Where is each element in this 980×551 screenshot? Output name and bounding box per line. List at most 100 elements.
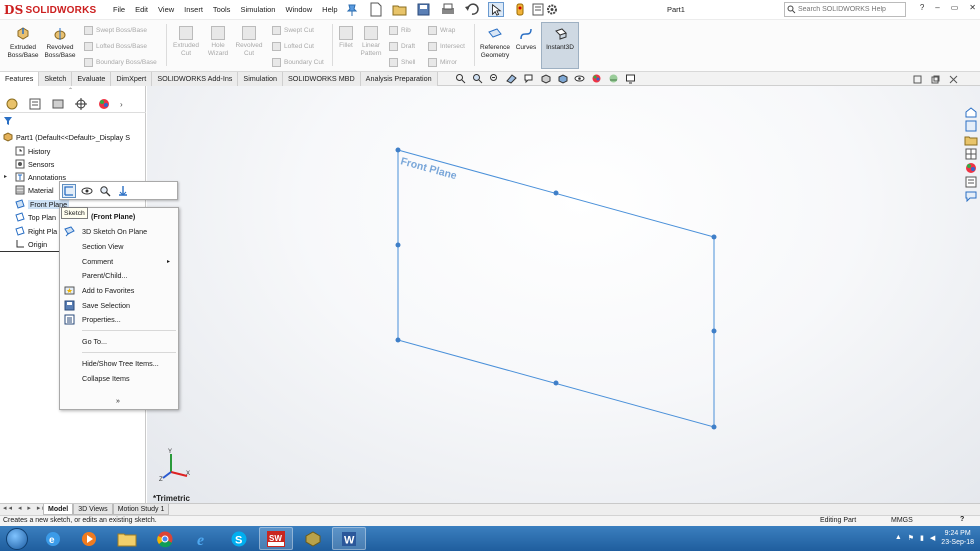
options-gear-icon[interactable] xyxy=(544,2,560,17)
display-style-icon[interactable] xyxy=(557,73,568,84)
tree-item-material[interactable]: Material xyxy=(15,184,54,196)
apply-scene-icon[interactable] xyxy=(608,73,619,84)
close-button[interactable]: ✕ xyxy=(969,3,976,12)
display-manager-tab-icon[interactable] xyxy=(97,97,111,111)
search-help-box[interactable] xyxy=(784,2,906,17)
hide-show-items-icon[interactable] xyxy=(574,73,585,84)
restore-button[interactable]: ▭ xyxy=(951,3,959,12)
unit-system[interactable]: MMGS xyxy=(891,517,913,524)
menu-item-collapse-items[interactable]: Collapse Items xyxy=(60,372,178,385)
plane-handle[interactable] xyxy=(395,242,401,248)
search-input[interactable] xyxy=(785,6,905,13)
tile-window-icon[interactable] xyxy=(913,75,922,84)
fillet-button[interactable]: Fillet xyxy=(334,26,358,50)
taskbar-word[interactable]: W xyxy=(332,527,366,550)
tab-dimxpert[interactable]: DimXpert xyxy=(111,72,153,86)
start-button[interactable] xyxy=(6,528,28,550)
extruded-boss-button[interactable]: Extruded Boss/Base xyxy=(6,26,40,60)
instant3d-button[interactable]: Instant3D xyxy=(541,22,579,69)
menu-edit[interactable]: Edit xyxy=(130,5,153,14)
plane-handle[interactable] xyxy=(553,190,559,196)
boundary-cut-button[interactable]: Boundary Cut xyxy=(272,58,324,67)
tab-model[interactable]: Model xyxy=(43,504,74,515)
menu-item-save-selection[interactable]: Save Selection xyxy=(60,299,178,312)
view-palette-icon[interactable] xyxy=(964,148,978,160)
zoom-to-selection-button[interactable] xyxy=(98,184,112,198)
design-library-icon[interactable] xyxy=(964,120,978,132)
configuration-manager-tab-icon[interactable] xyxy=(51,97,65,111)
tab-sketch[interactable]: Sketch xyxy=(39,72,73,86)
menu-tools[interactable]: Tools xyxy=(208,5,236,14)
plane-handle[interactable] xyxy=(711,424,717,430)
file-explorer-icon[interactable] xyxy=(964,134,978,146)
taskbar-ie[interactable]: e xyxy=(36,527,70,550)
forum-icon[interactable] xyxy=(964,190,978,202)
wrap-button[interactable]: Wrap xyxy=(428,26,455,35)
hide-button[interactable] xyxy=(80,184,94,198)
status-help-button[interactable]: ? xyxy=(960,516,964,523)
feature-manager-tab-icon[interactable] xyxy=(5,97,19,111)
zoom-area-icon[interactable] xyxy=(472,73,483,84)
property-manager-tab-icon[interactable] xyxy=(28,97,42,111)
tree-item-sensors[interactable]: Sensors xyxy=(15,158,54,170)
menu-item-go-to[interactable]: Go To... xyxy=(60,335,178,348)
view-settings-icon[interactable] xyxy=(625,73,636,84)
tab-3d-views[interactable]: 3D Views xyxy=(73,504,113,515)
show-hidden-icons-icon[interactable]: ▲ xyxy=(895,534,902,542)
clock[interactable]: 9:24 PM 23-Sep-18 xyxy=(941,529,974,547)
panel-collapse-handle[interactable]: ⌃ xyxy=(68,87,73,94)
menu-insert[interactable]: Insert xyxy=(179,5,208,14)
rebuild-icon[interactable] xyxy=(512,2,528,17)
front-plane-preview[interactable]: Front Plane xyxy=(147,86,980,503)
hole-wizard-button[interactable]: Hole Wizard xyxy=(203,26,233,58)
rib-button[interactable]: Rib xyxy=(389,26,411,35)
graphics-area[interactable]: Front Plane Y X Z *Trimetric xyxy=(147,86,980,503)
taskbar-chrome[interactable] xyxy=(148,527,182,550)
filter-icon[interactable] xyxy=(3,116,13,126)
appearances-icon[interactable] xyxy=(964,162,978,174)
pin-icon[interactable] xyxy=(344,2,360,17)
volume-icon[interactable]: ◀ xyxy=(930,534,935,542)
tab-scroll-arrows[interactable]: ◂◂ ◂ ▸ ▸▸ xyxy=(3,504,48,512)
zoom-to-fit-icon[interactable] xyxy=(455,73,466,84)
menu-item-properties[interactable]: Properties... xyxy=(60,313,178,326)
custom-properties-icon[interactable] xyxy=(964,176,978,188)
menu-item-hide-show-tree-items[interactable]: Hide/Show Tree Items... xyxy=(60,357,178,370)
menu-simulation[interactable]: Simulation xyxy=(235,5,280,14)
view-orientation-icon[interactable] xyxy=(540,73,551,84)
menu-file[interactable]: File xyxy=(108,5,130,14)
undo-icon[interactable] xyxy=(464,2,480,17)
normal-to-button[interactable] xyxy=(116,184,130,198)
tab-motion-study[interactable]: Motion Study 1 xyxy=(112,504,170,515)
plane-handle[interactable] xyxy=(395,337,401,343)
tree-item-right-plane[interactable]: Right Pla xyxy=(15,225,57,237)
restore-window-icon[interactable] xyxy=(931,75,940,84)
revolved-boss-button[interactable]: Revolved Boss/Base xyxy=(43,26,77,60)
tree-item-top-plane[interactable]: Top Plan xyxy=(15,211,56,223)
previous-view-icon[interactable] xyxy=(489,73,500,84)
home-icon[interactable] xyxy=(964,106,978,118)
select-arrow-icon[interactable] xyxy=(488,2,504,17)
menu-item-section-view[interactable]: Section View xyxy=(60,240,178,253)
sketch-button[interactable] xyxy=(62,183,76,198)
flag-icon[interactable]: ⚑ xyxy=(908,534,914,542)
menu-item-3d-sketch-on-plane[interactable]: 3D Sketch On Plane xyxy=(60,225,178,238)
shell-button[interactable]: Shell xyxy=(389,58,415,67)
print-icon[interactable] xyxy=(440,2,456,17)
new-document-icon[interactable] xyxy=(368,2,384,17)
plane-handle[interactable] xyxy=(711,234,717,240)
menu-expand-chevron-icon[interactable]: » xyxy=(116,398,120,405)
tab-analysis-preparation[interactable]: Analysis Preparation xyxy=(360,72,438,86)
help-button[interactable]: ? xyxy=(920,3,924,12)
plane-handle[interactable] xyxy=(711,328,717,334)
tab-simulation[interactable]: Simulation xyxy=(238,72,283,86)
tree-item-history[interactable]: History xyxy=(15,145,50,157)
reference-geometry-button[interactable]: Reference Geometry xyxy=(477,26,513,60)
tab-mbd[interactable]: SOLIDWORKS MBD xyxy=(282,72,361,86)
save-icon[interactable] xyxy=(416,2,432,17)
boundary-boss-button[interactable]: Boundary Boss/Base xyxy=(84,58,157,67)
menu-item-add-to-favorites[interactable]: Add to Favorites xyxy=(60,284,178,297)
section-view-icon[interactable] xyxy=(506,73,517,84)
draft-button[interactable]: Draft xyxy=(389,42,415,51)
revolved-cut-button[interactable]: Revolved Cut xyxy=(233,26,265,58)
